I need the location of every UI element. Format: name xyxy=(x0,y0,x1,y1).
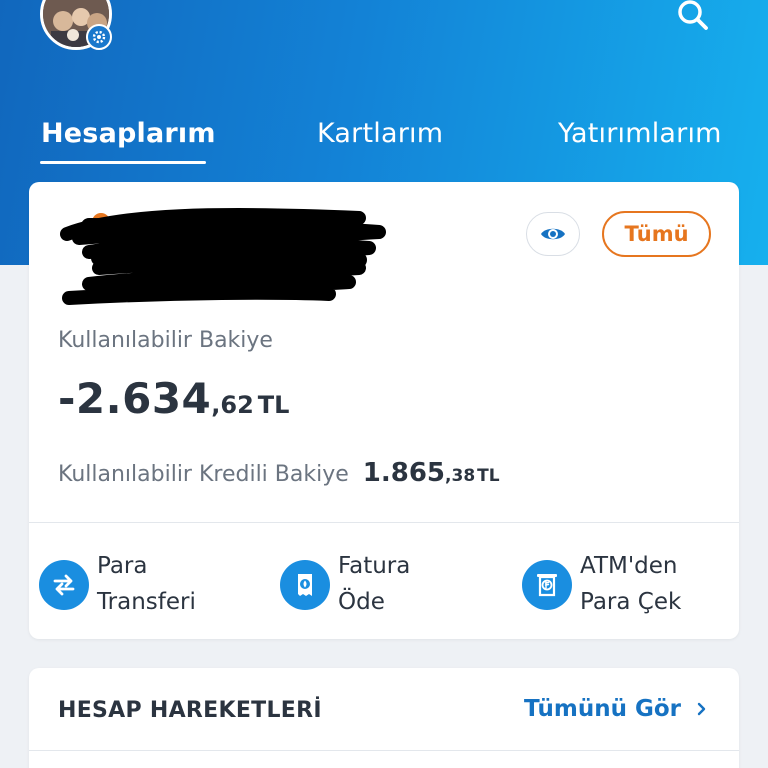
transfer-icon xyxy=(39,560,89,610)
see-all-label: Tümünü Gör xyxy=(524,696,681,722)
action-label-line2: Para Çek xyxy=(580,589,682,615)
movements-divider xyxy=(29,750,739,751)
available-balance-label: Kullanılabilir Bakiye xyxy=(58,328,273,353)
action-label-line1: Para xyxy=(97,553,148,579)
eye-icon xyxy=(541,228,565,240)
available-balance-amount: -2.634,62 TL xyxy=(58,374,289,423)
active-tab-indicator xyxy=(40,161,206,164)
action-atm-withdraw[interactable]: ATM'den Para Çek xyxy=(522,548,730,620)
balance-integer: -2.634 xyxy=(58,374,212,423)
account-movements-card: HESAP HAREKETLERİ Tümünü Gör xyxy=(29,668,739,768)
account-card: Tümü Kullanılabilir Bakiye -2.634,62 TL K… xyxy=(29,182,739,639)
credit-currency: TL xyxy=(477,466,500,486)
credit-decimal: ,38 xyxy=(445,466,476,486)
tab-accounts[interactable]: Hesaplarım xyxy=(41,118,216,149)
action-label: Fatura Öde xyxy=(338,548,488,620)
credit-integer: 1.865 xyxy=(362,458,446,488)
toggle-visibility-button[interactable] xyxy=(526,212,580,256)
account-movements-title: HESAP HAREKETLERİ xyxy=(58,698,322,723)
redacted-account-name xyxy=(60,208,386,305)
action-label: ATM'den Para Çek xyxy=(580,548,730,620)
atm-icon xyxy=(522,560,572,610)
action-label-line1: ATM'den xyxy=(580,553,678,579)
action-pay-bill[interactable]: Fatura Öde xyxy=(280,548,488,620)
chevron-right-icon xyxy=(697,702,706,716)
balance-currency: TL xyxy=(257,391,290,419)
avatar-settings-button[interactable] xyxy=(86,24,112,50)
search-icon xyxy=(678,0,708,30)
bill-icon xyxy=(280,560,330,610)
balance-decimal: ,62 xyxy=(211,391,254,419)
credit-balance-row: Kullanılabilir Kredili Bakiye 1.865,38 TL xyxy=(58,458,500,488)
tab-investments[interactable]: Yatırımlarım xyxy=(558,118,722,149)
tab-bar: Hesaplarım Kartlarım Yatırımlarım xyxy=(0,112,768,172)
see-all-link[interactable]: Tümünü Gör xyxy=(524,696,711,722)
card-divider xyxy=(29,522,739,523)
gear-icon xyxy=(92,30,106,44)
action-label-line2: Öde xyxy=(338,589,385,615)
action-label: Para Transferi xyxy=(97,548,247,620)
action-money-transfer[interactable]: Para Transferi xyxy=(39,548,247,620)
credit-balance-label: Kullanılabilir Kredili Bakiye xyxy=(58,462,349,487)
search-button[interactable] xyxy=(672,0,714,34)
action-label-line2: Transferi xyxy=(97,589,196,615)
action-label-line1: Fatura xyxy=(338,553,411,579)
all-accounts-button[interactable]: Tümü xyxy=(602,211,711,257)
tab-cards[interactable]: Kartlarım xyxy=(317,118,443,149)
